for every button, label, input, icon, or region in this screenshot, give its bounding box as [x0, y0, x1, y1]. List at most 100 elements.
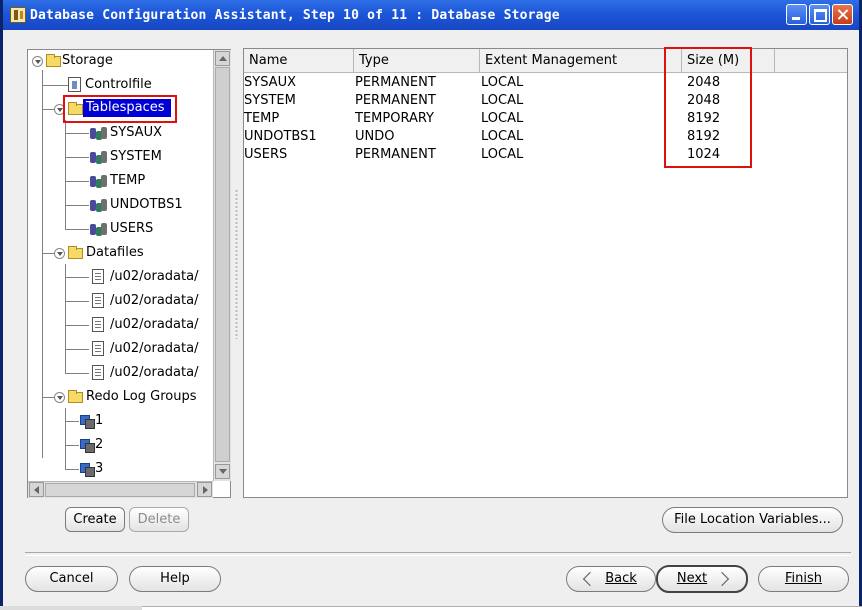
- minimize-button[interactable]: [786, 4, 807, 25]
- cell-extent: LOCAL: [481, 111, 524, 126]
- tablespace-icon: [90, 126, 108, 140]
- tree-horizontal-scrollbar[interactable]: [28, 481, 213, 498]
- column-header-size[interactable]: Size (M): [682, 49, 775, 72]
- tree-node-datafile[interactable]: /u02/oradata/: [92, 291, 212, 311]
- controlfile-icon: [68, 77, 81, 92]
- tree-label: Redo Log Groups: [86, 389, 197, 404]
- tree-label: SYSTEM: [110, 149, 162, 164]
- cell-type: PERMANENT: [355, 75, 436, 90]
- tree-connector: [42, 85, 68, 86]
- tree-node-datafile[interactable]: /u02/oradata/: [92, 339, 212, 359]
- taskbar-fragment: [0, 606, 142, 610]
- tree-node-controlfile[interactable]: Controlfile: [68, 75, 198, 95]
- tree-label: /u02/oradata/: [110, 317, 199, 332]
- cell-name: UNDOTBS1: [244, 129, 317, 144]
- pane-splitter[interactable]: [232, 49, 242, 498]
- cell-name: SYSTEM: [244, 93, 296, 108]
- table-row[interactable]: SYSTEM PERMANENT LOCAL 2048: [244, 92, 764, 110]
- column-header-type[interactable]: Type: [354, 49, 480, 72]
- tree-connector: [65, 445, 79, 446]
- cell-size: 8192: [687, 111, 721, 126]
- expand-icon[interactable]: [54, 392, 65, 403]
- tree-connector: [65, 301, 89, 302]
- back-button[interactable]: Back: [566, 566, 656, 592]
- delete-button[interactable]: Delete: [129, 507, 189, 532]
- cell-extent: LOCAL: [481, 93, 524, 108]
- datafile-icon: [92, 365, 104, 380]
- tree-connector: [65, 229, 89, 230]
- expand-icon[interactable]: [32, 56, 43, 67]
- tree-node-storage[interactable]: Storage: [32, 51, 202, 71]
- tree-label: 3: [95, 461, 104, 476]
- tree-connector: [65, 157, 89, 158]
- column-header-extent-management[interactable]: Extent Management: [480, 49, 682, 72]
- cell-extent: LOCAL: [481, 75, 524, 90]
- cell-extent: LOCAL: [481, 147, 524, 162]
- finish-button[interactable]: Finish: [758, 566, 849, 592]
- tree-label-tablespaces-selected[interactable]: Tablespaces: [83, 99, 171, 117]
- cell-type: TEMPORARY: [355, 111, 434, 126]
- divider: [25, 552, 851, 556]
- expand-icon[interactable]: [54, 104, 65, 115]
- tree-node-tablespace[interactable]: SYSTEM: [90, 147, 200, 167]
- maximize-button[interactable]: [809, 4, 830, 25]
- chevron-left-icon: [583, 571, 598, 586]
- tree-connector: [65, 133, 89, 134]
- table-row[interactable]: USERS PERMANENT LOCAL 1024: [244, 146, 764, 164]
- close-button[interactable]: [832, 4, 853, 25]
- scroll-up-icon[interactable]: [215, 51, 230, 66]
- file-location-variables-button[interactable]: File Location Variables...: [662, 507, 843, 533]
- tree-node-datafile[interactable]: /u02/oradata/: [92, 315, 212, 335]
- next-button[interactable]: Next: [656, 565, 748, 593]
- tree-node-datafiles[interactable]: Datafiles: [54, 243, 204, 263]
- tree-node-tablespace[interactable]: TEMP: [90, 171, 200, 191]
- tree-label: 1: [95, 413, 104, 428]
- table-row[interactable]: UNDOTBS1 UNDO LOCAL 8192: [244, 128, 764, 146]
- scroll-left-icon[interactable]: [29, 482, 44, 497]
- tree-node-datafile[interactable]: /u02/oradata/: [92, 267, 212, 287]
- tree-vertical-scrollbar[interactable]: [213, 50, 231, 481]
- cell-name: USERS: [244, 147, 288, 162]
- tree-node-tablespace[interactable]: UNDOTBS1: [90, 195, 200, 215]
- tree-label: 2: [95, 437, 104, 452]
- table-row[interactable]: TEMP TEMPORARY LOCAL 8192: [244, 110, 764, 128]
- redo-group-icon: [80, 415, 95, 429]
- expand-icon[interactable]: [54, 248, 65, 259]
- tree-node-redo-group[interactable]: 2: [80, 435, 120, 455]
- tree-node-datafile[interactable]: /u02/oradata/: [92, 363, 212, 383]
- scroll-right-icon[interactable]: [197, 482, 212, 497]
- cell-size: 8192: [687, 129, 721, 144]
- tree-label: /u02/oradata/: [110, 365, 199, 380]
- tree-label: Controlfile: [85, 77, 152, 92]
- tablespace-icon: [90, 174, 108, 188]
- datafile-icon: [92, 293, 104, 308]
- cell-type: UNDO: [355, 129, 395, 144]
- tablespace-icon: [90, 222, 108, 236]
- create-button[interactable]: Create: [65, 507, 125, 532]
- tablespace-icon: [90, 198, 108, 212]
- cell-type: PERMANENT: [355, 93, 436, 108]
- window-title: Database Configuration Assistant, Step 1…: [30, 8, 560, 23]
- cancel-button[interactable]: Cancel: [25, 566, 118, 592]
- title-bar[interactable]: Database Configuration Assistant, Step 1…: [3, 0, 859, 30]
- tree-node-tablespace[interactable]: SYSAUX: [90, 123, 200, 143]
- column-header-name[interactable]: Name: [244, 49, 354, 72]
- folder-icon: [68, 102, 83, 115]
- folder-icon: [68, 390, 83, 403]
- tree-node-redo-log-groups[interactable]: Redo Log Groups: [54, 387, 212, 407]
- tree-node-tablespace[interactable]: USERS: [90, 219, 200, 239]
- scroll-thumb[interactable]: [215, 67, 230, 462]
- table-header: Name Type Extent Management Size (M): [244, 49, 847, 73]
- tree-label: /u02/oradata/: [110, 269, 199, 284]
- tablespace-table[interactable]: Name Type Extent Management Size (M) SYS…: [243, 48, 848, 498]
- tree-connector: [65, 205, 89, 206]
- table-row[interactable]: SYSAUX PERMANENT LOCAL 2048: [244, 74, 764, 92]
- cell-size: 1024: [687, 147, 721, 162]
- datafile-icon: [92, 341, 104, 356]
- scroll-down-icon[interactable]: [215, 464, 230, 479]
- tree-node-redo-group[interactable]: 3: [80, 459, 120, 479]
- help-button[interactable]: Help: [129, 566, 221, 592]
- tree-label: TEMP: [110, 173, 146, 188]
- tree-node-redo-group[interactable]: 1: [80, 411, 120, 431]
- scroll-thumb[interactable]: [45, 483, 195, 497]
